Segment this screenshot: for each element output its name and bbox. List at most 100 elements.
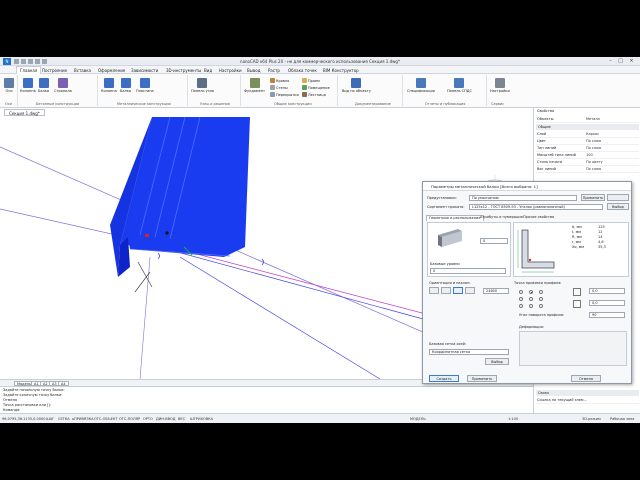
tab-raster[interactable]: Растр	[268, 68, 280, 73]
scale-readout[interactable]: 1:100	[508, 417, 518, 421]
grid-line	[139, 256, 151, 379]
group-nodes-label: Узлы и решения	[200, 102, 230, 106]
apply-preset-button[interactable]: Применить	[581, 194, 605, 201]
group-metal-label: Металлические конструкции	[117, 102, 171, 106]
anchor-radio[interactable]	[539, 297, 543, 301]
orientation-input[interactable]: 24600	[483, 288, 509, 294]
pick-grid-button[interactable]: Выбор	[485, 358, 509, 365]
offset-z-input[interactable]: 0,0	[589, 300, 625, 306]
hatch-toggle[interactable]: ШТРИХОВКА	[190, 417, 213, 421]
model-space-toggle[interactable]: МОДЕЛЬ	[410, 417, 426, 421]
property-row[interactable]: Тип линий По слою	[536, 145, 639, 152]
offset-y-input[interactable]: 0,0	[589, 288, 625, 294]
stairs-button[interactable]: Лестница	[302, 92, 326, 97]
lineweight-toggle[interactable]: ВЕС	[178, 417, 185, 421]
minimize-icon[interactable]: –	[606, 58, 615, 65]
orient-mode-1-button[interactable]	[429, 287, 439, 294]
room-button[interactable]: Помещение	[302, 85, 330, 90]
anchor-radio[interactable]	[519, 297, 523, 301]
property-row[interactable]: Слой Каркас	[536, 131, 639, 138]
tab-point-clouds[interactable]: Облака точек	[288, 68, 317, 73]
base-levels-select[interactable]: 0	[430, 268, 506, 274]
anchor-radio[interactable]	[519, 304, 523, 308]
metal-beam-button[interactable]: Балка	[120, 78, 131, 93]
otrack-toggle[interactable]: ОТС-ОБЪЕКТ	[94, 417, 118, 421]
slabs-button[interactable]: Перекрытия	[270, 92, 299, 97]
tab-constraints[interactable]: Зависимости	[131, 68, 158, 73]
mode-3d-toggle[interactable]: 3D-режим	[582, 417, 601, 421]
tab-attributes[interactable]: Атрибуты и нумерация	[478, 215, 525, 221]
ortho-toggle[interactable]: ОРТО	[143, 417, 153, 421]
axes-button[interactable]: Оси	[4, 78, 14, 93]
tab-output[interactable]: Вывод	[247, 68, 260, 73]
view-by-object-button[interactable]: Вид по объекту	[342, 78, 371, 93]
choose-profile-button[interactable]: Выбор	[607, 203, 629, 210]
section-links[interactable]: Связи	[536, 390, 639, 396]
specification-button[interactable]: Спецификация	[407, 78, 435, 93]
tab-bim[interactable]: BIM Конструктор	[323, 68, 359, 73]
concrete-beam-button[interactable]: Балка	[38, 78, 49, 93]
tab-build[interactable]: Построение	[42, 68, 67, 73]
metal-column-button[interactable]: Колонна	[101, 78, 117, 93]
document-tab[interactable]: Секция 1.dwg*	[4, 109, 45, 116]
assortment-field[interactable]: L125x12 - ГОСТ 8509-93 - Уголок (равнопо…	[469, 204, 603, 210]
grid-toggle[interactable]: СЕТКА	[58, 417, 70, 421]
tab-other-props[interactable]: Прочие свойства	[521, 215, 556, 221]
maximize-icon[interactable]: □	[616, 58, 625, 65]
grip-point[interactable]	[145, 234, 149, 237]
apply-button[interactable]: Применить	[467, 375, 497, 382]
angle-input[interactable]: 90	[589, 312, 625, 318]
save-preset-button[interactable]	[607, 194, 629, 201]
concrete-column-button[interactable]: Колонна	[20, 78, 36, 93]
property-row[interactable]: Цвет По слою	[536, 138, 639, 145]
orient-mode-3-button[interactable]	[453, 287, 463, 294]
anchor-radio[interactable]	[519, 290, 523, 294]
tab-home[interactable]: Главная	[16, 66, 42, 74]
orient-mode-4-button[interactable]	[465, 287, 475, 294]
rafter-button[interactable]: Стропила	[54, 78, 72, 93]
snap-toggle[interactable]: ШАГ	[46, 417, 54, 421]
roof-button[interactable]: Кровля	[270, 78, 289, 83]
tab-settings[interactable]: Настройки	[219, 68, 242, 73]
orient-mode-2-button[interactable]	[441, 287, 451, 294]
assortment-label: Сортамент проката:	[427, 205, 465, 209]
node-panel-button[interactable]: Панель узла	[191, 78, 214, 93]
property-row[interactable]: Вес линий По слою	[536, 166, 639, 173]
section-general[interactable]: Общие	[536, 124, 639, 130]
command-input[interactable]: Команда:	[3, 408, 20, 412]
tab-3d-tools[interactable]: 3D-инструменты	[166, 68, 201, 73]
grip-point[interactable]	[165, 231, 169, 235]
anchor-radio[interactable]	[529, 290, 533, 294]
rotation-input[interactable]: 0	[480, 238, 508, 244]
objects-row[interactable]: Объекты Металл	[536, 116, 639, 123]
walls-button[interactable]: Стены	[270, 85, 288, 90]
opening-button[interactable]: Проем	[302, 78, 320, 83]
workspace-readout[interactable]: Рабочая зона	[610, 417, 634, 421]
anchor-radio[interactable]	[529, 297, 533, 301]
osnap-toggle[interactable]: оПРИВЯЗКА	[72, 417, 93, 421]
plate-button[interactable]: Пластина	[136, 78, 154, 93]
create-button[interactable]: Создать	[429, 375, 459, 382]
base-grid-label: Базовая сетка осей:	[429, 342, 467, 346]
tab-insert[interactable]: Вставка	[74, 68, 91, 73]
base-grid-select[interactable]: Координатная сетка	[429, 349, 509, 355]
cancel-button[interactable]: Отмена	[571, 375, 601, 382]
property-row[interactable]: Стиль печати По цвету	[536, 159, 639, 166]
close-icon[interactable]: ×	[627, 58, 636, 65]
dyn-input-toggle[interactable]: ДИН-ВВОД	[156, 417, 176, 421]
tab-format[interactable]: Оформление	[98, 68, 125, 73]
polar-toggle[interactable]: ОТС-ПОЛЯР	[119, 417, 140, 421]
preset-select[interactable]: По умолчанию	[469, 195, 577, 201]
foundation-button[interactable]: Фундамент	[244, 78, 265, 93]
anchor-radio[interactable]	[529, 304, 533, 308]
tab-view[interactable]: Вид	[204, 68, 212, 73]
command-window[interactable]: Задайте начальную точку балки: Задайте к…	[0, 386, 533, 413]
anchor-radio[interactable]	[539, 290, 543, 294]
property-row[interactable]: Масштаб типа линий 100	[536, 152, 639, 159]
preset-label: Предустановки:	[427, 196, 457, 200]
anchor-radio[interactable]	[539, 304, 543, 308]
spds-panel-button[interactable]: Панель СПДС	[447, 78, 472, 93]
settings-button[interactable]: Настройки	[490, 78, 510, 93]
property-row[interactable]: Ссылка на текущий элем...	[536, 397, 639, 404]
tab-geometry[interactable]: Геометрия и расположение	[426, 215, 484, 221]
